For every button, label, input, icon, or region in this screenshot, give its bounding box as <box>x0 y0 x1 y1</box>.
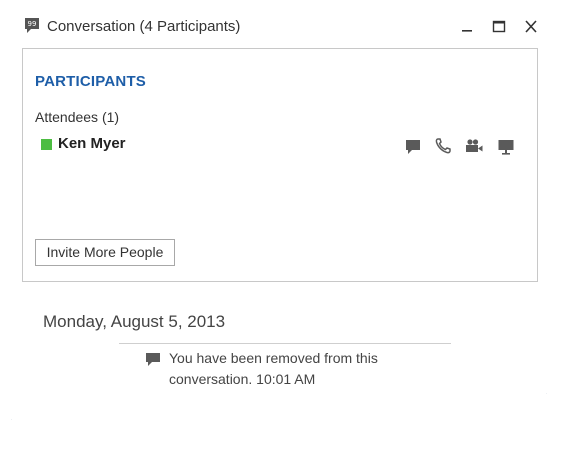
participants-panel: PARTICIPANTS Attendees (1) Ken Myer Invi… <box>22 48 538 282</box>
window-title: Conversation (4 Participants) <box>47 18 241 35</box>
close-icon[interactable] <box>521 18 541 36</box>
conversation-window: 99 Conversation (4 Participants) PARTICI… <box>11 6 547 442</box>
im-icon[interactable] <box>403 136 423 156</box>
invite-more-people-button[interactable]: Invite More People <box>35 239 175 266</box>
svg-text:99: 99 <box>28 20 37 28</box>
attendee-name[interactable]: Ken Myer <box>58 135 126 152</box>
participants-header: PARTICIPANTS <box>35 73 147 90</box>
title-bar[interactable]: 99 Conversation (4 Participants) <box>11 6 547 48</box>
video-icon[interactable] <box>464 136 484 156</box>
presence-indicator <box>41 139 52 150</box>
panel-divider <box>22 281 538 282</box>
system-message: You have been removed from this conversa… <box>169 350 378 387</box>
conversation-icon: 99 <box>25 18 39 33</box>
attendees-group-label[interactable]: Attendees (1) <box>35 109 119 125</box>
message-separator <box>119 343 451 344</box>
phone-icon[interactable] <box>433 136 453 156</box>
minimize-icon[interactable] <box>457 18 477 36</box>
message-icon <box>146 353 160 366</box>
maximize-icon[interactable] <box>489 18 509 36</box>
share-screen-icon[interactable] <box>496 136 516 156</box>
date-heading: Monday, August 5, 2013 <box>43 312 226 331</box>
